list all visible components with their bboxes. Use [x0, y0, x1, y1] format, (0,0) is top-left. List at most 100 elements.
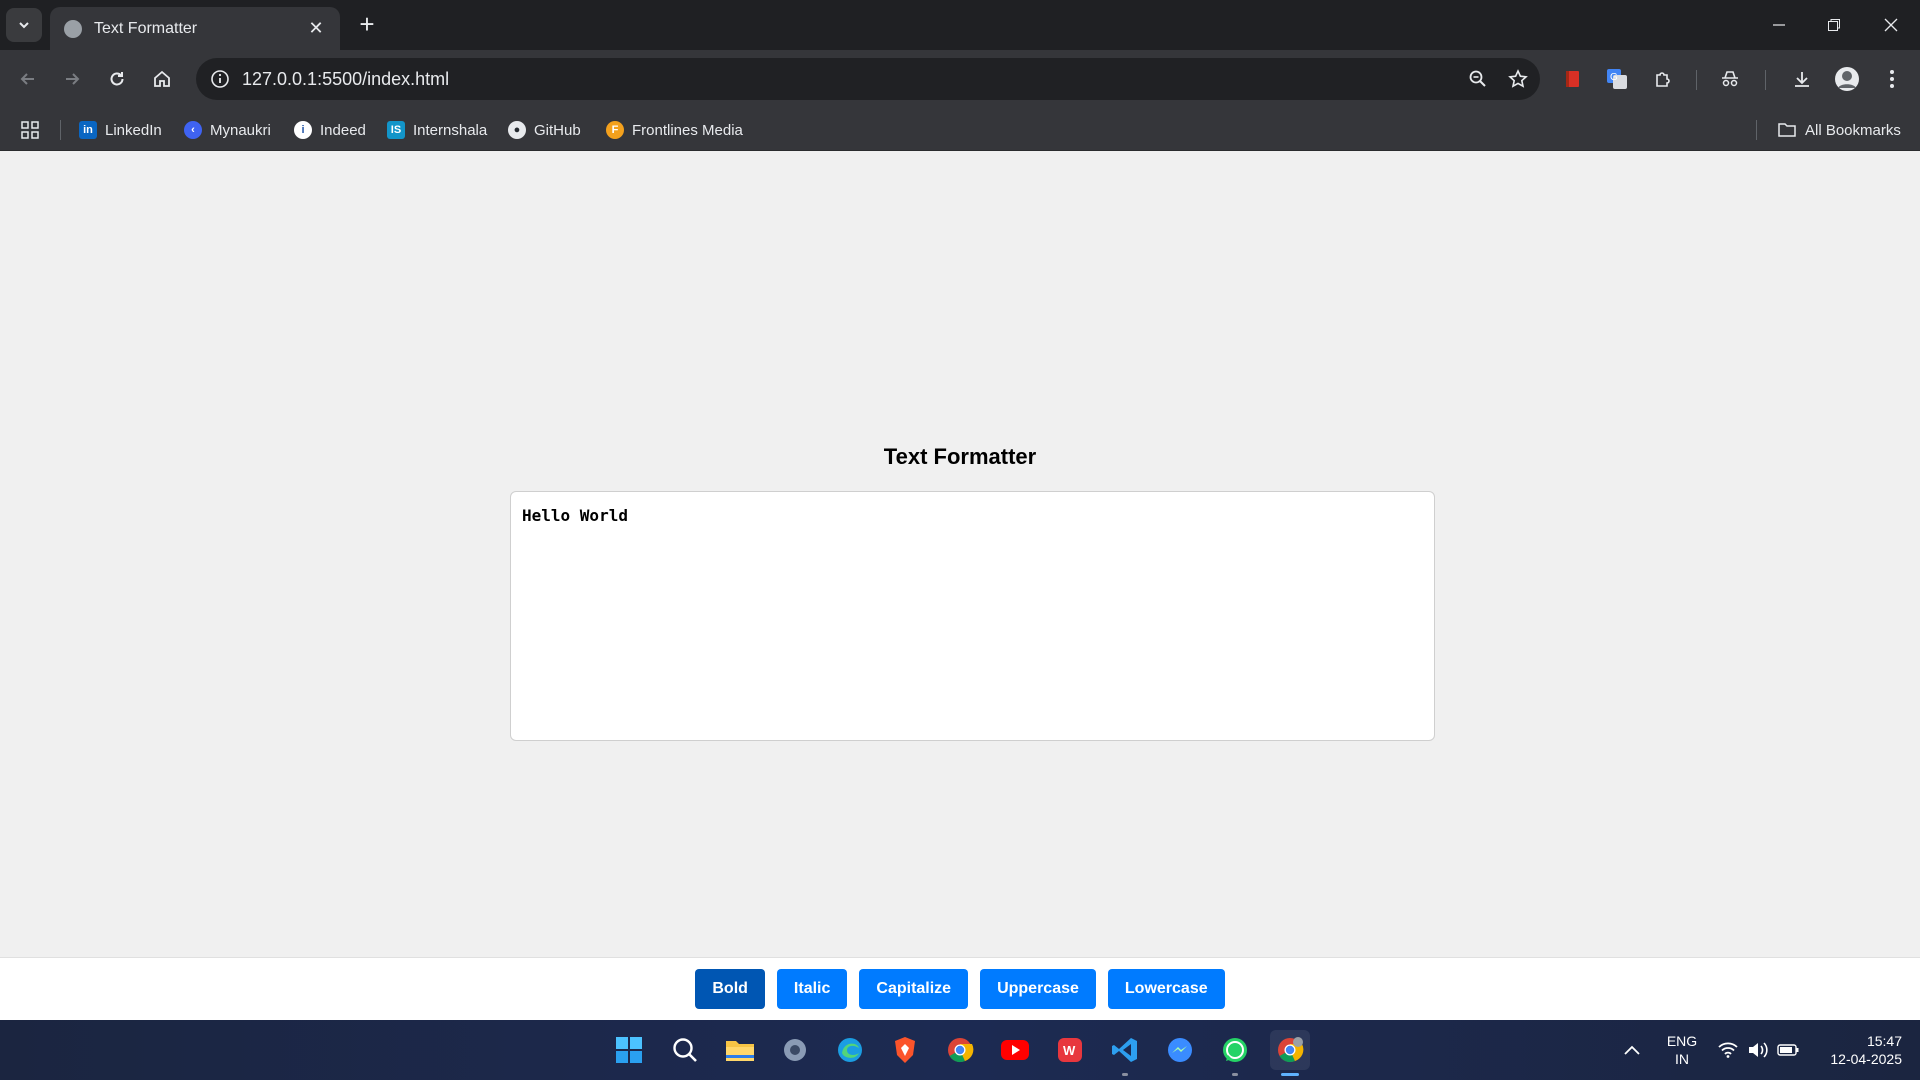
bookmarks-separator [60, 120, 61, 140]
edge-icon[interactable] [830, 1030, 870, 1070]
settings-icon[interactable] [775, 1030, 815, 1070]
lang-region: IN [1675, 1051, 1689, 1067]
url-text: 127.0.0.1:5500/index.html [242, 68, 450, 89]
file-explorer-icon[interactable] [720, 1030, 760, 1070]
show-hidden-icons-button[interactable] [1617, 1020, 1647, 1080]
chrome-profile-icon[interactable] [1270, 1030, 1310, 1076]
download-icon[interactable] [1784, 61, 1820, 97]
reload-button[interactable] [99, 61, 135, 97]
internshala-icon: IS [387, 121, 405, 139]
clock-time: 15:47 [1866, 1033, 1902, 1049]
chrome-icon[interactable] [940, 1030, 980, 1070]
page-content: Text Formatter Hello World [0, 151, 1920, 1020]
reload-icon [110, 72, 124, 86]
chevron-up-icon [1624, 1045, 1640, 1055]
extensions-icon[interactable] [1645, 61, 1681, 97]
bookmark-linkedin[interactable]: in LinkedIn [79, 118, 162, 142]
apps-icon[interactable] [20, 118, 40, 142]
close-tab-icon[interactable]: ✕ [306, 18, 326, 39]
clock[interactable]: 15:47 12-04-2025 [1808, 1032, 1902, 1068]
italic-button[interactable]: Italic [776, 969, 848, 1009]
clock-date: 12-04-2025 [1830, 1051, 1902, 1067]
tab-title: Text Formatter [94, 19, 198, 37]
taskbar: W ENG IN 15:47 12-04-2025 [0, 1020, 1920, 1080]
star-icon[interactable] [1500, 61, 1536, 97]
minimize-button[interactable] [1750, 0, 1808, 50]
folder-icon [1778, 123, 1796, 137]
incognito-icon[interactable] [1712, 61, 1748, 97]
bookmark-label: Frontlines Media [632, 121, 743, 139]
active-indicator [1281, 1073, 1299, 1076]
toolbar-separator [1696, 70, 1697, 90]
all-bookmarks-label: All Bookmarks [1805, 121, 1901, 139]
minimize-icon [1773, 24, 1785, 26]
bold-button[interactable]: Bold [695, 969, 765, 1009]
browser-toolbar: 127.0.0.1:5500/index.html G [0, 50, 1920, 108]
bookmark-label: Internshala [413, 121, 488, 139]
tab-search-button[interactable] [6, 8, 42, 42]
volume-icon[interactable] [1744, 1020, 1772, 1080]
svg-text:W: W [1063, 1043, 1076, 1058]
battery-icon[interactable] [1774, 1020, 1802, 1080]
indeed-icon: i [294, 121, 312, 139]
bookmark-indeed[interactable]: i Indeed [294, 118, 366, 142]
browser-titlebar: Text Formatter ✕ + [0, 0, 1920, 50]
wps-icon[interactable]: W [1050, 1030, 1090, 1070]
mynaukri-icon: ‹ [184, 121, 202, 139]
toolbar-separator [1765, 70, 1766, 90]
running-indicator [1232, 1073, 1238, 1076]
bookmark-label: Indeed [320, 121, 366, 139]
capitalize-button[interactable]: Capitalize [859, 969, 969, 1009]
language-indicator[interactable]: ENG IN [1660, 1032, 1704, 1068]
bookmark-internshala[interactable]: IS Internshala [387, 118, 487, 142]
browser-tab[interactable]: Text Formatter ✕ [50, 7, 340, 50]
github-icon: ● [508, 121, 526, 139]
home-button[interactable] [144, 61, 180, 97]
restore-button[interactable] [1805, 0, 1863, 50]
close-icon [1884, 18, 1898, 32]
vscode-icon[interactable] [1105, 1030, 1145, 1076]
uppercase-button[interactable]: Uppercase [980, 969, 1096, 1009]
lowercase-button[interactable]: Lowercase [1107, 969, 1225, 1009]
home-icon [154, 70, 170, 87]
text-editor[interactable]: Hello World [510, 491, 1435, 741]
frontlines-icon: F [606, 121, 624, 139]
back-button[interactable] [10, 61, 46, 97]
bookmark-github[interactable]: ● GitHub [508, 118, 581, 142]
svg-text:G: G [1610, 72, 1618, 83]
bookmarks-bar: in LinkedIn ‹ Mynaukri i Indeed IS Inter… [0, 108, 1920, 151]
close-window-button[interactable] [1862, 0, 1920, 50]
bookmark-extension-icon[interactable] [1554, 61, 1590, 97]
address-bar[interactable]: 127.0.0.1:5500/index.html [196, 58, 1540, 100]
all-bookmarks-button[interactable]: All Bookmarks [1777, 118, 1901, 142]
forward-button[interactable] [54, 61, 90, 97]
start-icon[interactable] [609, 1030, 649, 1070]
bookmarks-separator [1756, 120, 1757, 140]
bookmark-label: Mynaukri [210, 121, 271, 139]
bookmark-label: LinkedIn [105, 121, 162, 139]
wifi-icon[interactable] [1714, 1020, 1742, 1080]
arrow-left-icon [20, 73, 34, 85]
youtube-icon[interactable] [995, 1030, 1035, 1070]
brave-icon[interactable] [885, 1030, 925, 1070]
arrow-right-icon [66, 73, 80, 85]
running-indicator [1122, 1073, 1128, 1076]
page-title: Text Formatter [883, 444, 1037, 469]
chevron-down-icon [19, 22, 29, 29]
bookmark-frontlines[interactable]: F Frontlines Media [606, 118, 743, 142]
new-tab-button[interactable]: + [352, 10, 382, 40]
globe-icon [64, 19, 82, 38]
search-icon[interactable] [665, 1030, 705, 1070]
linkedin-icon: in [79, 121, 97, 139]
menu-kebab-icon[interactable] [1874, 61, 1910, 97]
zoom-icon[interactable] [1460, 61, 1496, 97]
restore-icon [1828, 19, 1840, 31]
bookmark-label: GitHub [534, 121, 581, 139]
profile-avatar-icon[interactable] [1829, 61, 1865, 97]
bookmark-mynaukri[interactable]: ‹ Mynaukri [184, 118, 271, 142]
site-info-icon[interactable] [208, 67, 232, 91]
google-translate-icon[interactable]: G [1599, 61, 1635, 97]
whatsapp-icon[interactable] [1215, 1030, 1255, 1076]
lang-code: ENG [1666, 1033, 1698, 1049]
messenger-icon[interactable] [1160, 1030, 1200, 1070]
